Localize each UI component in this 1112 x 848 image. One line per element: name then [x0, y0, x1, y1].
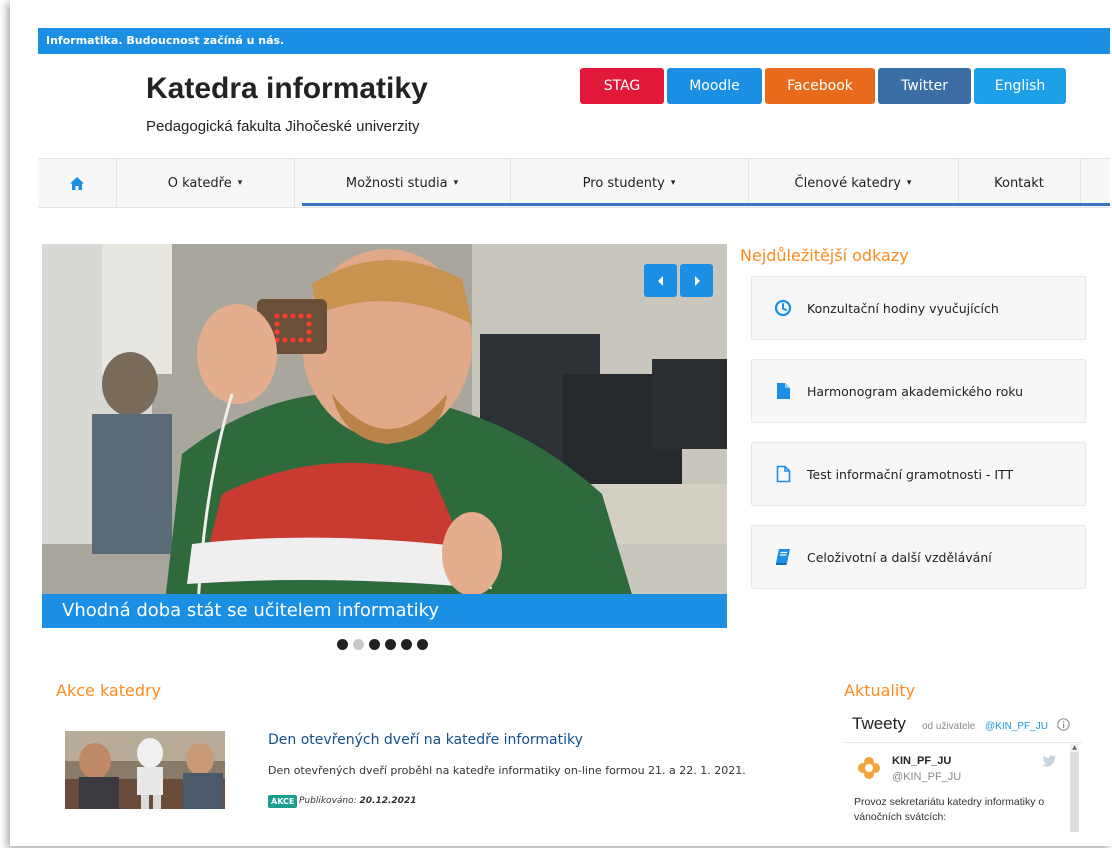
caret-down-icon: ▾: [670, 178, 676, 188]
caret-down-icon: ▾: [906, 178, 912, 188]
caret-down-icon: ▾: [237, 178, 243, 188]
tweet-author-name[interactable]: KIN_PF_JU: [892, 755, 951, 767]
slider-dot[interactable]: [401, 639, 412, 650]
tweets-by-label: od uživatele: [922, 721, 976, 732]
slider-dot-active[interactable]: [353, 639, 364, 650]
site-subtitle: Pedagogická fakulta Jihočeské univerzity: [146, 118, 420, 135]
moodle-button[interactable]: Moodle: [667, 68, 762, 104]
file-icon: [777, 383, 790, 399]
slider-next-button[interactable]: [680, 264, 713, 297]
hero-slider[interactable]: [42, 244, 727, 628]
events-heading: Akce katedry: [56, 681, 162, 700]
news-heading: Aktuality: [844, 681, 916, 700]
nav-home[interactable]: [38, 159, 117, 207]
link-card-label: Harmonogram akademického roku: [807, 384, 1024, 399]
link-card-label: Celoživotní a další vzdělávání: [807, 550, 992, 565]
caret-down-icon: ▾: [453, 178, 459, 188]
link-card-label: Test informační gramotnosti - ITT: [807, 467, 1014, 482]
home-icon: [70, 176, 84, 190]
slider-dot[interactable]: [417, 639, 428, 650]
nav-label: Členové katedry: [794, 175, 901, 191]
nav-label: Kontakt: [994, 175, 1044, 191]
link-card-harmonogram[interactable]: Harmonogram akademického roku: [751, 359, 1086, 423]
link-card-test-itt[interactable]: Test informační gramotnosti - ITT: [751, 442, 1086, 506]
scroll-up-arrow[interactable]: ▲: [1070, 744, 1079, 752]
link-card-label: Konzultační hodiny vyučujících: [807, 301, 999, 316]
tweet-avatar[interactable]: [856, 755, 882, 781]
slider-prev-button[interactable]: [644, 264, 677, 297]
slide-caption: Vhodná doba stát se učitelem informatiky: [62, 600, 440, 621]
main-nav: O katedře ▾ Možnosti studia ▾ Pro studen…: [38, 158, 1110, 208]
clock-icon: [774, 299, 792, 317]
event-photo: [65, 731, 225, 809]
tweets-account-link[interactable]: @KIN_PF_JU: [985, 721, 1048, 732]
tagline: Informatika. Budoucnost začíná u nás.: [46, 34, 285, 47]
link-card-konzultacni-hodiny[interactable]: Konzultační hodiny vyučujících: [751, 276, 1086, 340]
event-badge[interactable]: AKCE: [268, 795, 298, 808]
nav-item-moznosti-studia[interactable]: Možnosti studia ▾: [294, 159, 511, 207]
english-button[interactable]: English: [974, 68, 1066, 104]
nav-label: Možnosti studia: [345, 175, 448, 191]
site-title[interactable]: Katedra informatiky: [146, 72, 428, 106]
slider-dot[interactable]: [385, 639, 396, 650]
published-label: Publikováno:: [299, 796, 357, 806]
facebook-button[interactable]: Facebook: [765, 68, 875, 104]
chevron-right-icon: [694, 275, 700, 286]
tagline-bar: Informatika. Budoucnost začíná u nás.: [38, 28, 1110, 54]
event-thumbnail[interactable]: [65, 731, 225, 809]
file-outline-icon: [776, 465, 791, 483]
event-published: Publikováno: 20.12.2021: [299, 796, 416, 806]
nav-item-o-katedre[interactable]: O katedře ▾: [116, 159, 295, 207]
nav-label: Pro studenty: [582, 175, 665, 191]
slider-dot[interactable]: [337, 639, 348, 650]
slider-dot[interactable]: [369, 639, 380, 650]
published-date: 20.12.2021: [359, 796, 417, 806]
event-description: Den otevřených dveří proběhl na katedře …: [268, 764, 746, 777]
nav-active-underline: [302, 203, 1110, 206]
nav-item-pro-studenty[interactable]: Pro studenty ▾: [510, 159, 749, 207]
tweet-author-handle[interactable]: @KIN_PF_JU: [892, 771, 961, 783]
nav-item-kontakt[interactable]: Kontakt: [958, 159, 1081, 207]
slide-photo: [42, 244, 727, 628]
slide-caption-bar: Vhodná doba stát se učitelem informatiky: [42, 594, 727, 628]
tweets-widget-title[interactable]: Tweety: [852, 714, 906, 734]
stag-button[interactable]: STAG: [580, 68, 664, 104]
nav-item-clenove-katedry[interactable]: Členové katedry ▾: [748, 159, 959, 207]
twitter-bird-icon[interactable]: [1042, 755, 1056, 767]
nav-label: O katedře: [167, 175, 232, 191]
tweet-timeline[interactable]: KIN_PF_JU @KIN_PF_JU Provoz sekretariátu…: [844, 742, 1082, 846]
link-card-celozivotni[interactable]: Celoživotní a další vzdělávání: [751, 525, 1086, 589]
info-icon[interactable]: [1057, 718, 1070, 731]
tweet-text: Provoz sekretariátu katedry informatiky …: [854, 796, 1045, 823]
chevron-left-icon: [657, 275, 663, 286]
book-icon: [776, 549, 790, 565]
twitter-button[interactable]: Twitter: [878, 68, 971, 104]
event-title-link[interactable]: Den otevřených dveří na katedře informat…: [268, 732, 583, 748]
important-links-heading: Nejdůležitější odkazy: [740, 246, 909, 265]
browser-viewport: Informatika. Budoucnost začíná u nás. Ka…: [10, 0, 1112, 846]
tweet-scrollbar[interactable]: [1070, 744, 1079, 832]
